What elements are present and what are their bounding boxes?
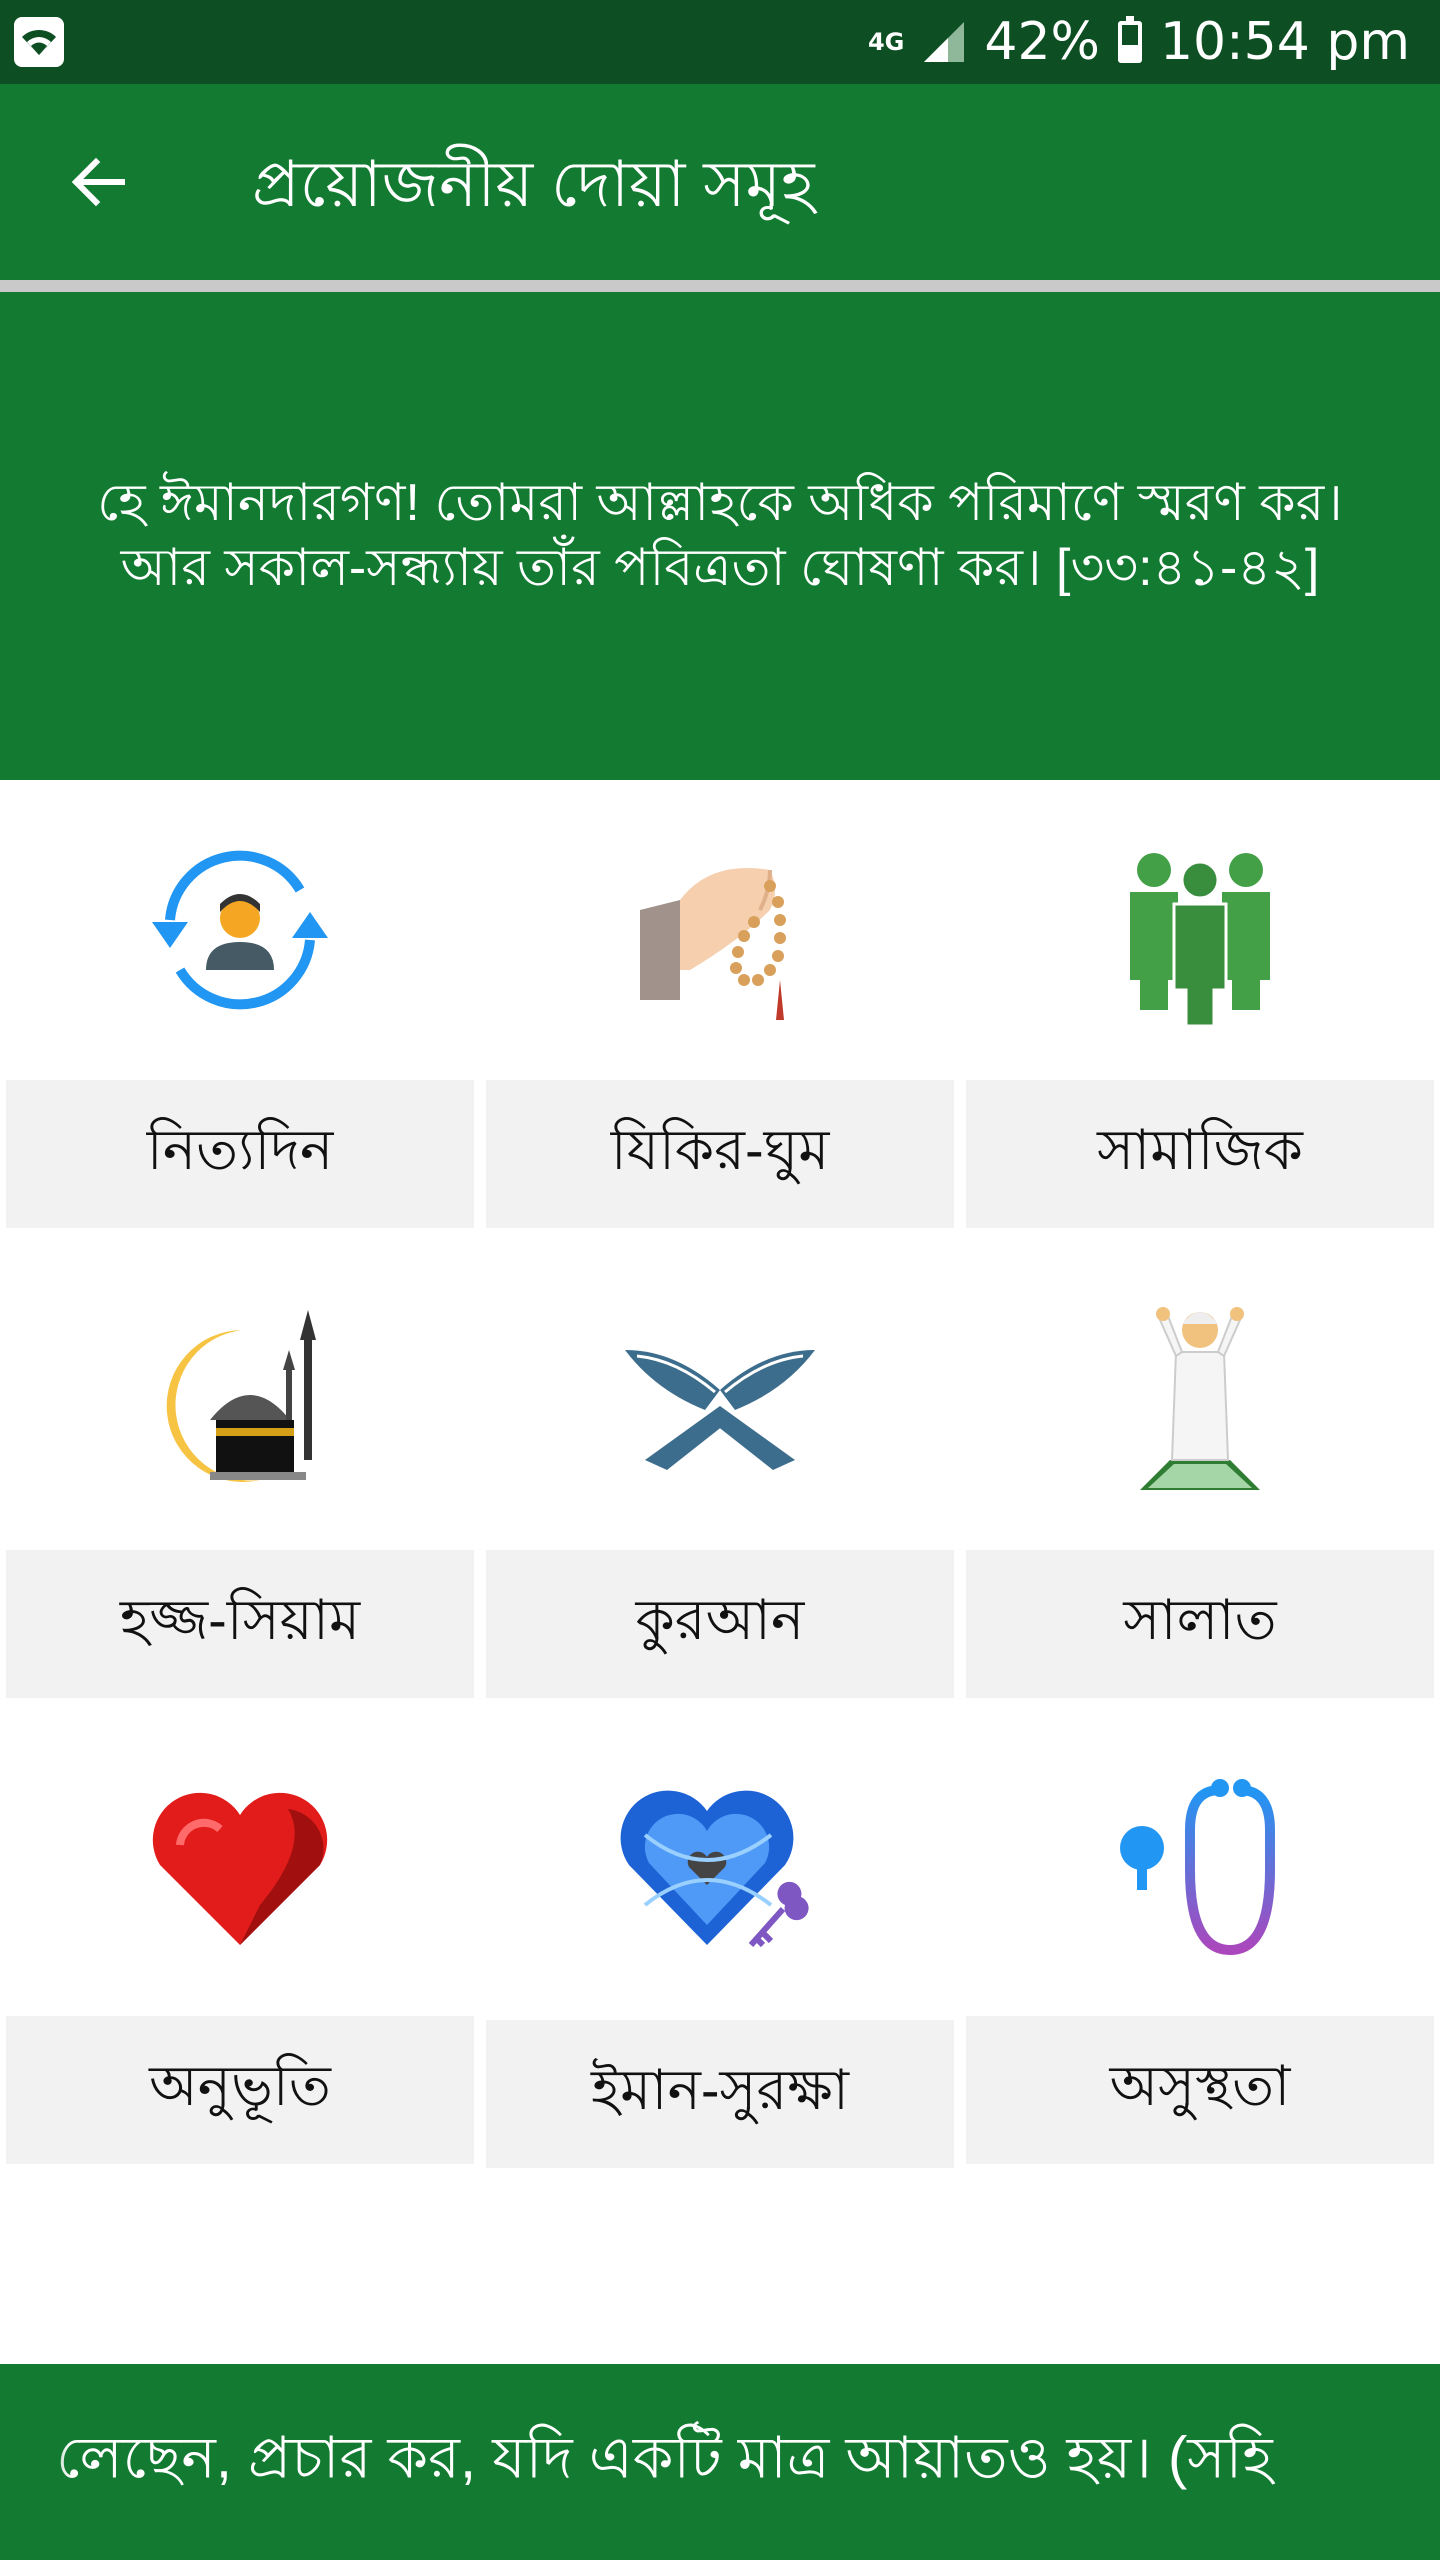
category-label: কুরআন	[486, 1550, 954, 1698]
ticker-fade-left	[0, 2364, 70, 2560]
scrolling-ticker: লেছেন, প্রচার কর, যদি একটি মাত্র আয়াতও …	[0, 2364, 1440, 2560]
praying-boy-icon	[966, 1250, 1434, 1550]
app-bar: প্রয়োজনীয় দোয়া সমূহ	[0, 84, 1440, 280]
people-group-icon	[966, 780, 1434, 1080]
category-label: সালাত	[966, 1550, 1434, 1698]
category-label: সামাজিক	[966, 1080, 1434, 1228]
category-label: অসুস্থতা	[966, 2016, 1434, 2164]
back-button[interactable]	[58, 142, 138, 222]
verse-banner: হে ঈমানদারগণ! তোমরা আল্লাহকে অধিক পরিমাণ…	[0, 292, 1440, 780]
stethoscope-icon	[966, 1720, 1434, 2020]
page-title: প্রয়োজনীয় দোয়া সমূহ	[252, 148, 815, 220]
category-label: যিকির-ঘুম	[486, 1080, 954, 1228]
daily-routine-person-icon	[6, 780, 474, 1080]
category-label: নিত্যদিন	[6, 1080, 474, 1228]
ticker-text: লেছেন, প্রচার কর, যদি একটি মাত্র আয়াতও …	[56, 2425, 1273, 2491]
locked-heart-key-icon	[486, 1720, 954, 2020]
kaaba-crescent-icon	[6, 1250, 474, 1550]
battery-icon	[1117, 16, 1142, 63]
red-heart-icon	[6, 1720, 474, 2020]
network-type-label: 4G	[867, 28, 905, 56]
signal-icon	[924, 22, 965, 62]
battery-percent: 42%	[984, 12, 1100, 72]
app-bar-divider	[0, 280, 1440, 292]
arrow-back-icon	[71, 157, 125, 207]
category-label: অনুভূতি	[6, 2016, 474, 2164]
wifi-notification-icon	[14, 17, 64, 67]
ticker-fade-right	[1370, 2364, 1440, 2560]
verse-text: হে ঈমানদারগণ! তোমরা আল্লাহকে অধিক পরিমাণ…	[97, 474, 1343, 597]
status-bar: 4G 42% 10:54 pm	[0, 0, 1440, 84]
category-label: হজ্জ-সিয়াম	[6, 1550, 474, 1698]
clock: 10:54 pm	[1159, 12, 1410, 72]
quran-open-book-icon	[486, 1250, 954, 1550]
prayer-beads-hand-icon	[486, 780, 954, 1080]
category-label: ইমান-সুরক্ষা	[486, 2020, 954, 2168]
